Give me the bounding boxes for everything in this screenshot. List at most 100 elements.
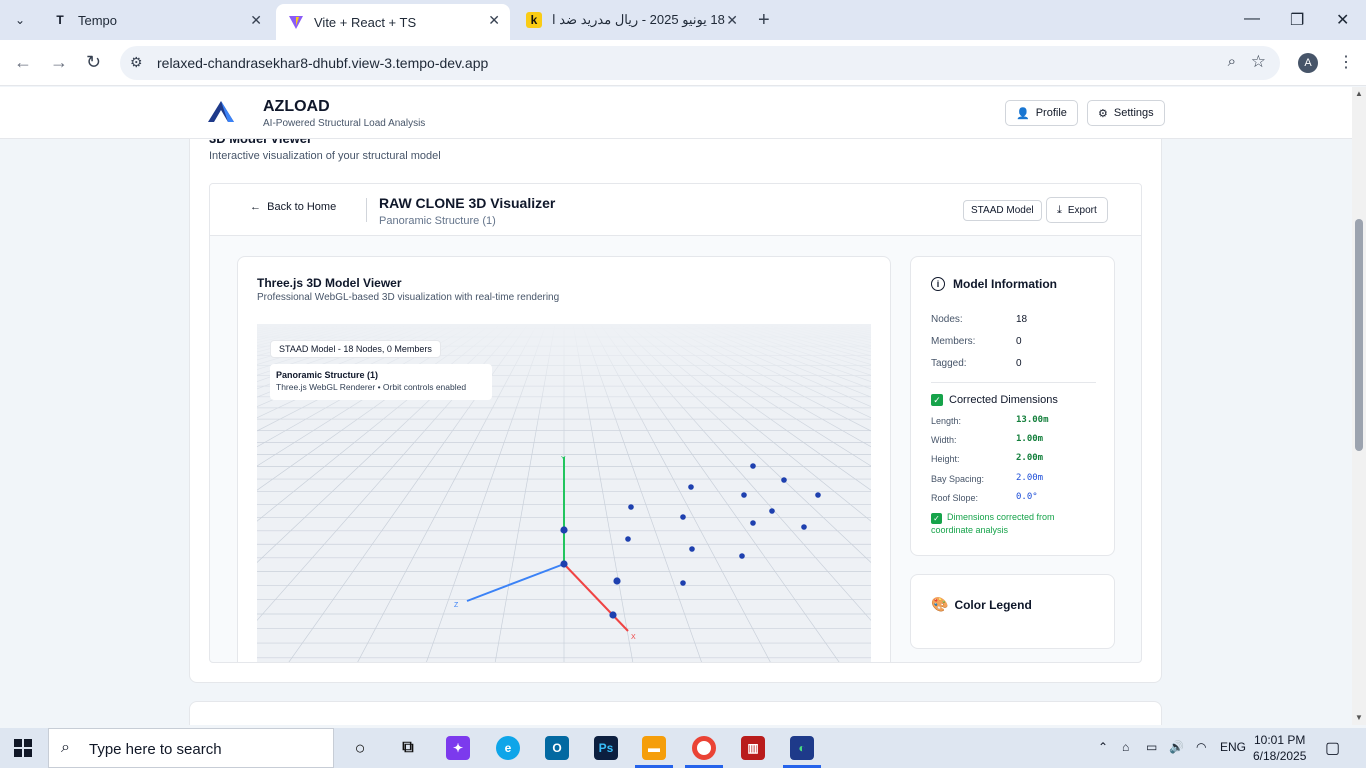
- 3d-canvas[interactable]: Y Z X STAAD Model - 18 Nodes, 0 Members …: [257, 324, 871, 662]
- close-icon[interactable]: ✕: [488, 12, 500, 29]
- taskbar-search-box[interactable]: ⌕ Type here to search: [48, 728, 334, 768]
- structure-node[interactable]: [613, 577, 621, 585]
- structure-node[interactable]: [769, 508, 775, 514]
- tab-vite[interactable]: Vite + React + TS ✕: [276, 4, 510, 40]
- corrected-dimensions-title: ✓ Corrected Dimensions: [931, 394, 1058, 406]
- structure-node[interactable]: [750, 463, 756, 469]
- language-indicator[interactable]: ENG: [1220, 740, 1246, 754]
- divider: [366, 198, 367, 222]
- close-icon[interactable]: ✕: [250, 12, 262, 29]
- gear-icon: ⚙: [1098, 107, 1108, 120]
- site-settings-icon[interactable]: ⚙: [130, 54, 143, 71]
- outlook-icon[interactable]: O: [545, 736, 569, 760]
- file-explorer-icon[interactable]: ▬: [642, 736, 666, 760]
- scrollbar-thumb[interactable]: [1355, 219, 1363, 451]
- structure-node[interactable]: [609, 611, 617, 619]
- structure-node[interactable]: [741, 492, 747, 498]
- structure-node[interactable]: [739, 553, 745, 559]
- tab-search-chevron-icon[interactable]: ⌄: [8, 8, 32, 32]
- members-value: 0: [1016, 336, 1022, 347]
- dim-height-label: Height:: [931, 454, 960, 464]
- structure-node[interactable]: [689, 546, 695, 552]
- info-title: Panoramic Structure (1): [276, 370, 379, 380]
- browser-menu-icon[interactable]: ⋮: [1338, 52, 1354, 72]
- tab-kooora[interactable]: k 18 يونيو 2025 - ريال مدريد ضد ا ✕: [514, 4, 748, 36]
- axis-x-label: X: [631, 634, 636, 641]
- structure-node[interactable]: [560, 526, 568, 534]
- photoshop-icon[interactable]: Ps: [594, 736, 618, 760]
- tray-chevron-icon[interactable]: ⌃: [1098, 740, 1108, 754]
- minimize-icon[interactable]: —: [1244, 10, 1260, 28]
- window-close-icon[interactable]: ✕: [1336, 10, 1349, 30]
- volume-icon[interactable]: 🔊: [1169, 740, 1184, 754]
- restore-icon[interactable]: ❐: [1290, 10, 1304, 30]
- bookmark-star-icon[interactable]: ☆: [1251, 52, 1266, 72]
- tab-title: Vite + React + TS: [314, 14, 417, 30]
- clock-date: 6/18/2025: [1253, 749, 1307, 763]
- structure-node[interactable]: [750, 520, 756, 526]
- checkbox-checked-icon: ✓: [931, 394, 943, 406]
- scroll-up-icon[interactable]: ▲: [1355, 89, 1363, 98]
- notification-icon[interactable]: ▢: [1325, 738, 1340, 758]
- forward-arrow-icon[interactable]: →: [50, 52, 68, 73]
- structure-node[interactable]: [688, 484, 694, 490]
- structure-node[interactable]: [680, 580, 686, 586]
- reload-icon[interactable]: ↻: [86, 52, 101, 73]
- viewer-title: Three.js 3D Model Viewer: [257, 276, 402, 290]
- tagged-value: 0: [1016, 358, 1022, 369]
- axis-z-label: Z: [454, 602, 459, 609]
- app-staad-icon[interactable]: ◐: [790, 736, 814, 760]
- account-avatar[interactable]: A: [1298, 53, 1318, 73]
- download-icon: ⤓: [1057, 203, 1062, 216]
- structure-node[interactable]: [815, 492, 821, 498]
- model-information-card: i Model Information Nodes: 18 Members: 0 …: [910, 256, 1115, 556]
- address-row: ← → ↻ ⚙ relaxed-chandrasekhar8-dhubf.vie…: [0, 40, 1366, 86]
- back-to-home-button[interactable]: ← Back to Home: [250, 201, 336, 213]
- close-icon[interactable]: ✕: [726, 12, 738, 29]
- info-icon: i: [931, 277, 945, 291]
- profile-button[interactable]: 👤 Profile: [1005, 100, 1078, 126]
- structure-node[interactable]: [781, 477, 787, 483]
- structure-node[interactable]: [680, 514, 686, 520]
- dim-length-value: 13.00m: [1016, 415, 1049, 425]
- structure-node[interactable]: [628, 504, 634, 510]
- structure-node[interactable]: [801, 524, 807, 530]
- app-red-icon[interactable]: ▥: [741, 736, 765, 760]
- dim-roof-slope-value: 0.0°: [1016, 492, 1038, 502]
- settings-button[interactable]: ⚙ Settings: [1087, 100, 1165, 126]
- url-text[interactable]: relaxed-chandrasekhar8-dhubf.view-3.temp…: [157, 55, 488, 71]
- dim-width-value: 1.00m: [1016, 434, 1044, 444]
- dim-roof-slope-label: Roof Slope:: [931, 493, 979, 503]
- vite-favicon-icon: [288, 14, 304, 30]
- wifi-icon[interactable]: ◠: [1196, 740, 1206, 754]
- chrome-icon[interactable]: [692, 736, 716, 760]
- windows-taskbar: ⌕ Type here to search ○ ⧉ ✦ e O Ps ▬ ▥ ◐…: [0, 728, 1366, 768]
- taskbar-clock[interactable]: 10:01 PM 6/18/2025: [1253, 732, 1306, 764]
- back-arrow-icon[interactable]: ←: [14, 52, 32, 73]
- visualizer-card: ← Back to Home RAW CLONE 3D Visualizer P…: [209, 183, 1142, 663]
- clock-time: 10:01 PM: [1254, 733, 1306, 747]
- export-button[interactable]: ⤓ Export: [1046, 197, 1108, 223]
- app-header: AZLOAD AI-Powered Structural Load Analys…: [0, 87, 1352, 139]
- tray-device-icon[interactable]: ⌂: [1122, 740, 1129, 754]
- omnibox[interactable]: ⚙ relaxed-chandrasekhar8-dhubf.view-3.te…: [120, 46, 1280, 80]
- scroll-down-icon[interactable]: ▼: [1355, 713, 1363, 722]
- dim-bay-spacing-label: Bay Spacing:: [931, 474, 985, 484]
- new-tab-plus-icon[interactable]: +: [758, 9, 770, 32]
- structure-node[interactable]: [560, 560, 568, 568]
- windows-start-icon[interactable]: [14, 739, 32, 757]
- brand-name: AZLOAD: [263, 98, 330, 115]
- task-view-icon[interactable]: ⧉: [396, 736, 420, 760]
- copilot-icon[interactable]: ✦: [446, 736, 470, 760]
- edge-icon[interactable]: e: [496, 736, 520, 760]
- zoom-icon[interactable]: ⌕: [1228, 53, 1236, 70]
- structure-node[interactable]: [625, 536, 631, 542]
- tempo-favicon-icon: T: [56, 13, 64, 27]
- page-scrollbar[interactable]: ▲ ▼: [1352, 87, 1366, 725]
- staad-model-badge[interactable]: STAAD Model: [963, 200, 1042, 221]
- cortana-icon[interactable]: ○: [348, 736, 372, 760]
- battery-icon[interactable]: ▭: [1146, 740, 1157, 754]
- renderer-info-box: Panoramic Structure (1) Three.js WebGL R…: [270, 364, 492, 400]
- section-description: Interactive visualization of your struct…: [209, 150, 441, 162]
- tab-tempo[interactable]: T Tempo ✕: [40, 4, 272, 36]
